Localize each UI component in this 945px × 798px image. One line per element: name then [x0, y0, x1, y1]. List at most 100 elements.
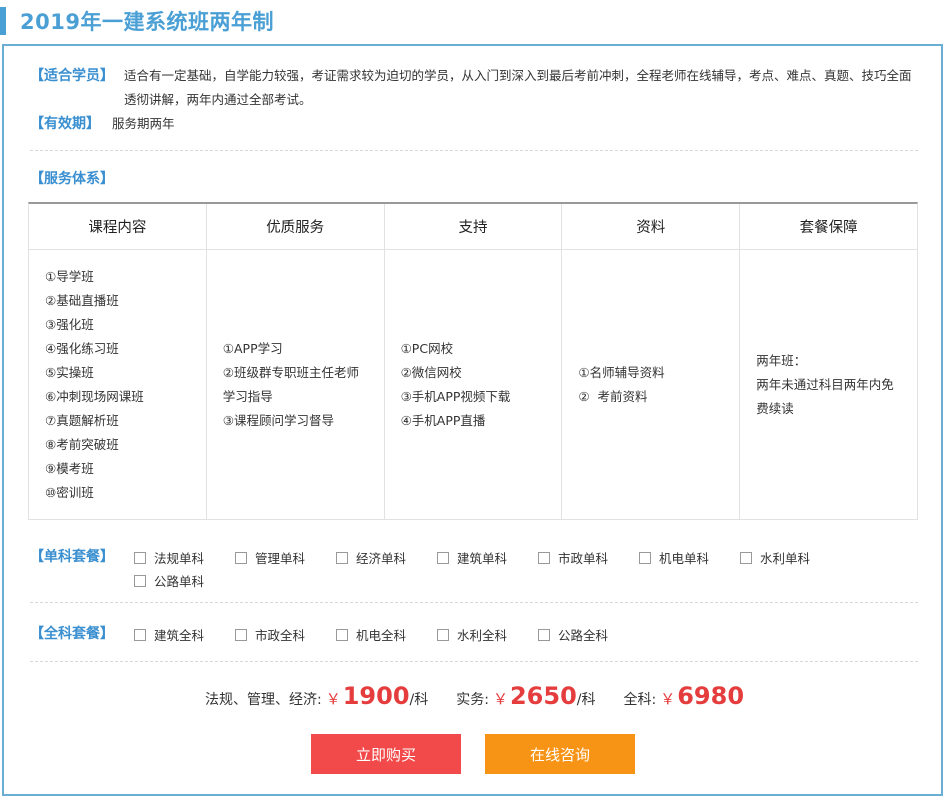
single-package-option[interactable]: 经济单科: [336, 546, 437, 569]
checkbox[interactable]: [336, 551, 348, 564]
price-row: 法规、管理、经济: ￥ 1900 /科 实务: ￥ 2650 /科 全科: ￥ …: [4, 682, 945, 710]
validity-label: 【有效期】: [30, 116, 100, 132]
currency-symbol: ￥: [325, 690, 341, 708]
list-item: ⑧考前突破班: [45, 436, 119, 452]
service-table: 课程内容 ①导学班 ②基础直播班 ③强化班 ④强化练习班 ⑤实操班 ⑥冲刺现场网…: [28, 202, 918, 520]
checkbox[interactable]: [437, 551, 449, 564]
divider: [30, 602, 918, 603]
option-label: 建筑单科: [457, 551, 508, 566]
buy-now-button[interactable]: 立即购买: [311, 734, 461, 774]
single-package-label: 【单科套餐】: [30, 549, 114, 565]
full-package-row: 【全科套餐】 建筑全科 市政全科 机电全科 水利全科 公路全科: [30, 623, 924, 646]
option-label: 水利单科: [760, 551, 811, 566]
single-package-option[interactable]: 公路单科: [134, 569, 235, 592]
column-body: ①PC网校 ②微信网校 ③手机APP视频下载 ④手机APP直播: [385, 250, 562, 519]
option-label: 公路全科: [558, 628, 609, 643]
full-package-option[interactable]: 公路全科: [538, 623, 639, 646]
list-item: ②班级群专职班主任老师学习指导: [222, 364, 360, 404]
checkbox[interactable]: [538, 628, 550, 641]
checkbox[interactable]: [134, 574, 146, 587]
single-package-option[interactable]: 机电单科: [639, 546, 740, 569]
price-label: 全科:: [623, 692, 657, 708]
list-item: ⑦真题解析班: [45, 412, 119, 428]
list-item: ①PC网校: [400, 340, 454, 356]
price-group-practice: 实务: ￥ 2650 /科: [456, 682, 595, 710]
divider: [30, 150, 918, 151]
price-label: 法规、管理、经济:: [204, 692, 322, 708]
list-item: ③强化班: [45, 316, 94, 332]
list-item: ①导学班: [45, 268, 94, 284]
suitable-row: 【适合学员】 适合有一定基础，自学能力较强，考证需求较为迫切的学员，从入门到深入…: [30, 64, 914, 112]
option-label: 经济单科: [356, 551, 407, 566]
option-label: 机电全科: [356, 628, 407, 643]
checkbox[interactable]: [437, 628, 449, 641]
column-header: 资料: [562, 204, 740, 250]
list-item: ⑨模考班: [45, 460, 94, 476]
currency-symbol: ￥: [492, 690, 508, 708]
divider: [30, 661, 918, 662]
full-package-option[interactable]: 机电全科: [336, 623, 437, 646]
validity-row: 【有效期】 服务期两年: [30, 112, 175, 136]
single-package-option[interactable]: 管理单科: [235, 546, 336, 569]
service-label: 【服务体系】: [30, 171, 114, 187]
price-group-full: 全科: ￥ 6980: [623, 682, 744, 710]
single-package-option[interactable]: 法规单科: [134, 546, 235, 569]
price-value: 6980: [677, 682, 745, 710]
column-header: 优质服务: [206, 204, 384, 250]
option-label: 机电单科: [659, 551, 710, 566]
price-value: 1900: [342, 682, 410, 710]
column-header: 套餐保障: [740, 204, 917, 250]
list-item: ⑩密训班: [45, 484, 94, 500]
option-label: 法规单科: [154, 551, 205, 566]
column-body: 两年班： 两年未通过科目两年内免费续读: [740, 250, 917, 519]
list-item: ③手机APP视频下载: [400, 388, 511, 404]
single-package-row: 【单科套餐】 法规单科 管理单科 经济单科 建筑单科 市政单科 机电单科 水利单…: [30, 546, 924, 592]
option-label: 市政全科: [255, 628, 306, 643]
checkbox[interactable]: [336, 628, 348, 641]
single-package-option[interactable]: 建筑单科: [437, 546, 538, 569]
checkbox[interactable]: [740, 551, 752, 564]
list-item: ④强化练习班: [45, 340, 119, 356]
column-body: ①APP学习 ②班级群专职班主任老师学习指导 ③课程顾问学习督导: [207, 250, 384, 519]
validity-text: 服务期两年: [112, 116, 175, 131]
list-item: ③课程顾问学习督导: [222, 412, 335, 428]
full-package-option[interactable]: 水利全科: [437, 623, 538, 646]
single-package-option[interactable]: 市政单科: [538, 546, 639, 569]
service-column-courses: 课程内容 ①导学班 ②基础直播班 ③强化班 ④强化练习班 ⑤实操班 ⑥冲刺现场网…: [29, 204, 207, 519]
list-item: ⑤实操班: [45, 364, 94, 380]
price-unit: /科: [576, 692, 596, 708]
page-header: 2019年一建系统班两年制: [0, 0, 945, 42]
checkbox[interactable]: [134, 628, 146, 641]
option-label: 管理单科: [255, 551, 306, 566]
price-value: 2650: [509, 682, 577, 710]
service-column-materials: 资料 ①名师辅导资料 ② 考前资料: [562, 204, 741, 519]
course-panel: 【适合学员】 适合有一定基础，自学能力较强，考证需求较为迫切的学员，从入门到深入…: [2, 44, 943, 796]
list-item: ② 考前资料: [578, 388, 648, 404]
option-label: 水利全科: [457, 628, 508, 643]
suitable-text: 适合有一定基础，自学能力较强，考证需求较为迫切的学员，从入门到深入到最后考前冲刺…: [124, 68, 912, 107]
list-item: 两年未通过科目两年内免费续读: [756, 376, 894, 416]
list-item: 两年班：: [756, 352, 807, 368]
full-package-option[interactable]: 市政全科: [235, 623, 336, 646]
currency-symbol: ￥: [660, 690, 676, 708]
online-consult-button[interactable]: 在线咨询: [485, 734, 635, 774]
list-item: ②微信网校: [400, 364, 462, 380]
single-package-option[interactable]: 水利单科: [740, 546, 841, 569]
checkbox[interactable]: [538, 551, 550, 564]
column-header: 课程内容: [29, 204, 206, 250]
column-body: ①名师辅导资料 ② 考前资料: [562, 250, 739, 519]
full-package-label: 【全科套餐】: [30, 626, 114, 642]
checkbox[interactable]: [235, 551, 247, 564]
service-column-guarantee: 套餐保障 两年班： 两年未通过科目两年内免费续读: [740, 204, 917, 519]
full-package-option[interactable]: 建筑全科: [134, 623, 235, 646]
column-body: ①导学班 ②基础直播班 ③强化班 ④强化练习班 ⑤实操班 ⑥冲刺现场网课班 ⑦真…: [29, 250, 206, 519]
checkbox[interactable]: [235, 628, 247, 641]
list-item: ①APP学习: [222, 340, 283, 356]
list-item: ①名师辅导资料: [578, 364, 665, 380]
list-item: ②基础直播班: [45, 292, 119, 308]
option-label: 建筑全科: [154, 628, 205, 643]
service-column-quality: 优质服务 ①APP学习 ②班级群专职班主任老师学习指导 ③课程顾问学习督导: [206, 204, 385, 519]
checkbox[interactable]: [134, 551, 146, 564]
checkbox[interactable]: [639, 551, 651, 564]
list-item: ④手机APP直播: [400, 412, 486, 428]
